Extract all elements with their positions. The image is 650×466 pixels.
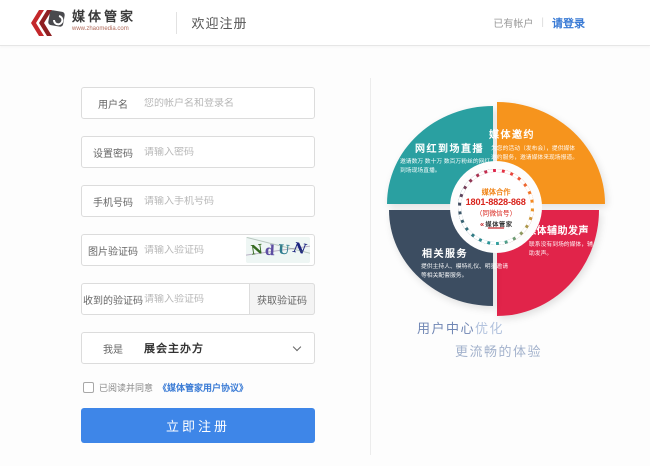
page-title: 欢迎注册 [191,13,247,32]
center-contact-circle: 媒体合作 1801-8828-868 （同微信号） « 媒体管家 [458,169,534,245]
header-right: 已有帐户 | 请登录 [493,15,585,31]
segment-title: 网红到场直播 [415,140,484,155]
tagline-light: 优化 [475,321,504,336]
get-sms-code-button[interactable]: 获取验证码 [249,283,315,315]
promo-panel: 网红到场直播 邀请数万 数十万 数百万粉丝的网红到场现场直播。 媒体邀约 为您的… [371,46,650,466]
role-label: 我是 [82,341,144,356]
header: 媒体管家 www.zhaomedia.com 欢迎注册 已有帐户 | 请登录 [0,0,650,46]
username-label: 用户名 [82,96,144,111]
sms-code-input[interactable] [144,294,249,305]
agreement-text: 已阅读并同意 [99,381,153,394]
brand-logo-icon [28,8,66,38]
mini-chevrons-icon: « [480,219,484,228]
registration-page: 媒体管家 www.zhaomedia.com 欢迎注册 已有帐户 | 请登录 用… [0,0,650,466]
tagline-first-line: 用户中心优化 [417,318,504,337]
segment-desc: 提供主持人、模特礼仪、明星邀请等相关配套服务。 [421,262,513,280]
agreement-link[interactable]: 《媒体管家用户协议》 [158,381,248,394]
captcha-char: N [291,240,306,258]
captcha-char: U [278,242,291,258]
chevron-down-icon [293,342,301,350]
captcha-image[interactable]: N d U N [246,237,310,263]
image-captcha-input[interactable] [144,245,246,256]
phone-field-row: 手机号码 [81,185,315,217]
password-input[interactable] [144,147,314,158]
login-link[interactable]: 请登录 [552,15,585,31]
segment-desc: 联系没有到场的媒体，辅助发声。 [529,240,597,258]
password-label: 设置密码 [82,145,144,160]
brand-text: 媒体管家 www.zhaomedia.com [72,9,166,36]
agreement-row: 已阅读并同意 《媒体管家用户协议》 [83,381,315,394]
contact-wechat-note: （同微信号） [476,207,517,217]
sms-code-field-row: 收到的验证码 获取验证码 [81,283,315,315]
sms-code-label: 收到的验证码 [82,292,144,307]
username-input[interactable] [144,98,314,109]
brand-logo[interactable]: 媒体管家 www.zhaomedia.com [28,8,166,38]
password-field-row: 设置密码 [81,136,315,168]
captcha-char: N [250,242,264,259]
header-separator: | [541,17,544,28]
header-divider [176,12,177,34]
segment-title: 相关服务 [422,245,468,260]
brand-url: www.zhaomedia.com [72,26,129,32]
image-captcha-label: 图片验证码 [82,243,144,258]
contact-title: 媒体合作 [482,186,511,197]
phone-label: 手机号码 [82,194,144,209]
role-selected-value: 展会主办方 [144,340,204,356]
contact-phone: 1801-8828-868 [466,197,526,207]
brand-underline [488,227,504,228]
have-account-label: 已有帐户 [493,15,533,30]
register-button[interactable]: 立即注册 [81,408,315,443]
tagline-second-line: 更流畅的体验 [455,341,542,360]
image-captcha-field-row: 图片验证码 N d U N [81,234,315,266]
captcha-char: d [265,243,276,259]
username-field-row: 用户名 [81,87,315,119]
role-select[interactable]: 我是 展会主办方 [81,332,315,364]
segment-title: 媒体辅助发声 [526,222,589,237]
services-donut-diagram: 网红到场直播 邀请数万 数十万 数百万粉丝的网红到场现场直播。 媒体邀约 为您的… [385,96,615,326]
center-contact-content: 媒体合作 1801-8828-868 （同微信号） « 媒体管家 [458,169,534,245]
registration-form: 用户名 设置密码 手机号码 图片验证码 N d U N 收到的验证码 获取验证码 [81,87,315,443]
segment-title: 媒体邀约 [489,126,535,141]
segment-desc: 为您的活动（发布会），提供媒体邀约服务，邀请媒体来现场报道。 [491,144,578,162]
phone-input[interactable] [144,196,314,207]
tagline-strong: 用户中心 [417,321,475,336]
brand-name: 媒体管家 [72,9,136,24]
agreement-checkbox[interactable] [83,382,94,393]
